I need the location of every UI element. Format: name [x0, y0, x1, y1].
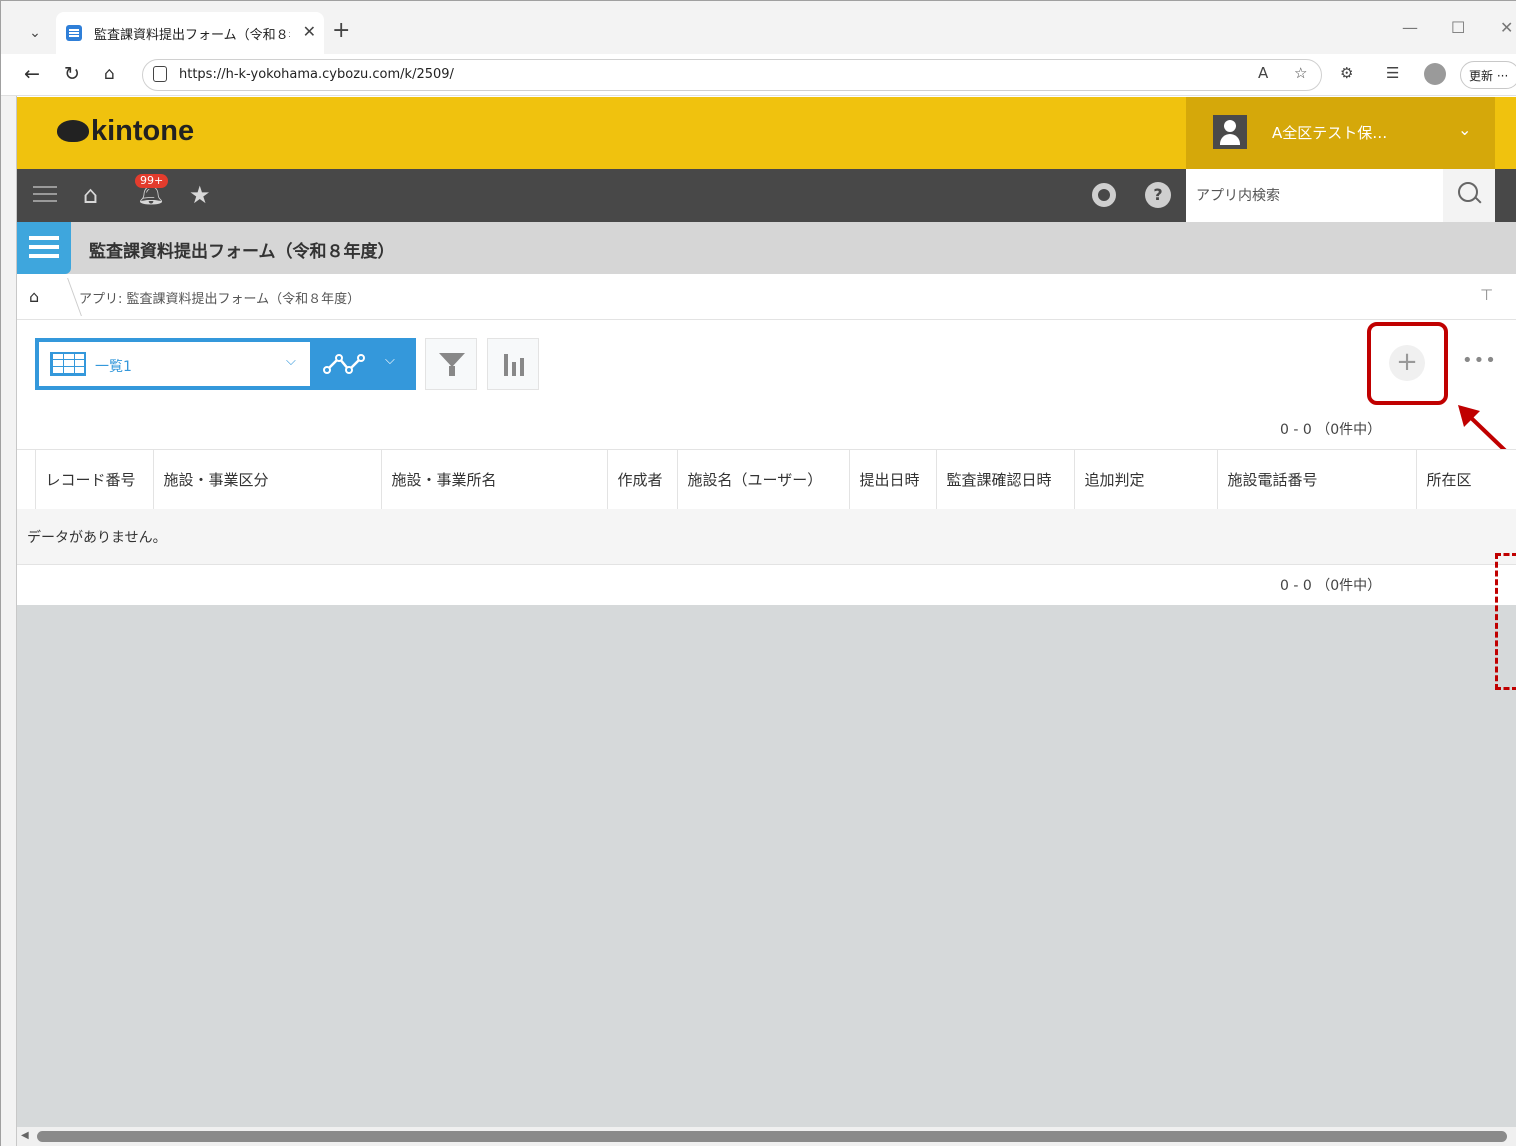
update-button[interactable]: 更新 ···: [1460, 61, 1516, 89]
browser-tab-bar: ⌄ 監査課資料提出フォーム（令和８年 ✕ + — ☐ ✕: [0, 0, 1516, 54]
maximize-button[interactable]: ☐: [1451, 18, 1465, 37]
app-list-icon: [17, 222, 71, 274]
kintone-cloud-logo-icon: [57, 120, 89, 142]
column-header-ward[interactable]: 所在区: [1415, 449, 1516, 510]
search-icon[interactable]: [1443, 169, 1495, 222]
browser-tab[interactable]: 監査課資料提出フォーム（令和８年 ✕: [56, 12, 324, 54]
record-table: レコード番号 施設・事業区分 施設・事業所名 作成者 施設名（ユーザー） 提出日…: [17, 449, 1516, 510]
pager-top: 0 - 0 （0件中）: [1280, 422, 1382, 438]
tab-close-icon[interactable]: ✕: [303, 22, 316, 41]
help-icon[interactable]: ?: [1145, 182, 1171, 208]
annotation-highlight-box: [1367, 322, 1448, 405]
user-name: A全区テスト保…: [1272, 124, 1388, 142]
filter-funnel-icon[interactable]: [425, 338, 477, 390]
breadcrumb-app-link[interactable]: アプリ: 監査課資料提出フォーム（令和８年度）: [79, 288, 360, 307]
menu-hamburger-icon[interactable]: [33, 181, 57, 207]
read-aloud-icon[interactable]: A: [1258, 64, 1268, 82]
view-selector[interactable]: 一覧1 ⌵: [35, 338, 313, 390]
favorite-star-icon[interactable]: ☆: [1294, 64, 1307, 82]
chevron-down-icon: ⌵: [286, 354, 296, 369]
home-icon[interactable]: ⌂: [83, 181, 98, 209]
window-left-frame: [0, 96, 17, 1146]
column-header-record-number[interactable]: レコード番号: [34, 449, 153, 510]
scroll-left-arrow-icon[interactable]: ◀: [21, 1130, 29, 1141]
favorites-list-icon[interactable]: ☰: [1386, 64, 1399, 82]
horizontal-scrollbar[interactable]: ◀: [17, 1127, 1516, 1146]
url-text: https://h-k-yokohama.cybozu.com/k/2509/: [179, 67, 454, 82]
chevron-down-icon: ⌄: [1458, 120, 1472, 139]
user-avatar-icon: [1213, 115, 1247, 149]
user-menu[interactable]: A全区テスト保… ⌄: [1186, 97, 1495, 169]
content-background: [17, 605, 1516, 1127]
minimize-button[interactable]: —: [1402, 18, 1418, 37]
app-search-box: [1186, 169, 1443, 222]
new-tab-button[interactable]: +: [332, 18, 350, 44]
kintone-logo-text: kintone: [91, 115, 195, 147]
notification-badge: 99+: [135, 174, 169, 188]
back-arrow-icon[interactable]: ←: [24, 62, 40, 86]
window-close-button[interactable]: ✕: [1500, 18, 1513, 37]
view-selector-label: 一覧1: [95, 359, 132, 375]
kintone-logo[interactable]: kintone: [57, 115, 194, 148]
home-icon[interactable]: ⌂: [104, 62, 115, 86]
browser-address-bar: ← ↻ ⌂ https://h-k-yokohama.cybozu.com/k/…: [0, 54, 1516, 96]
app-search-input[interactable]: [1186, 169, 1443, 222]
breadcrumb-separator: [50, 278, 82, 316]
kintone-header: kintone A全区テスト保… ⌄: [17, 97, 1516, 169]
column-header-facility-user[interactable]: 施設名（ユーザー）: [676, 449, 849, 510]
profile-avatar[interactable]: [1424, 63, 1446, 85]
bar-chart-icon[interactable]: [487, 338, 539, 390]
line-graph-icon: [323, 350, 371, 384]
pager-bottom: 0 - 0 （0件中）: [1280, 578, 1382, 594]
empty-table-row: データがありません。: [17, 509, 1516, 565]
app-title-bar: 監査課資料提出フォーム（令和８年度）: [17, 222, 1516, 274]
column-header-creator[interactable]: 作成者: [606, 449, 677, 510]
column-header-facility-category[interactable]: 施設・事業区分: [152, 449, 381, 510]
favorites-star-icon[interactable]: ★: [189, 181, 211, 209]
lock-icon: [153, 66, 167, 82]
breadcrumb: ⌂ アプリ: 監査課資料提出フォーム（令和８年度） ⊤: [17, 274, 1516, 320]
kintone-app-favicon-icon: [66, 25, 82, 41]
column-header-submitted-at[interactable]: 提出日時: [848, 449, 936, 510]
settings-gear-icon[interactable]: [1092, 183, 1116, 207]
column-header-facility-phone[interactable]: 施設電話番号: [1216, 449, 1416, 510]
empty-message: データがありません。: [27, 530, 167, 546]
reload-icon[interactable]: ↻: [64, 62, 80, 86]
annotation-dashed-box: [1495, 553, 1516, 690]
table-footer: 0 - 0 （0件中）: [17, 565, 1516, 605]
update-label: 更新: [1469, 69, 1494, 83]
tab-list-chevron-icon[interactable]: ⌄: [22, 20, 48, 46]
url-field[interactable]: https://h-k-yokohama.cybozu.com/k/2509/: [142, 59, 1322, 91]
extensions-icon[interactable]: ⚙: [1340, 64, 1353, 82]
column-header-audit-confirmed-at[interactable]: 監査課確認日時: [935, 449, 1074, 510]
more-options-icon[interactable]: •••: [1462, 350, 1497, 371]
table-select-column: [17, 449, 35, 510]
tab-title: 監査課資料提出フォーム（令和８年: [94, 28, 290, 43]
page-title: 監査課資料提出フォーム（令和８年度）: [89, 242, 395, 262]
column-header-additional-judgment[interactable]: 追加判定: [1073, 449, 1217, 510]
breadcrumb-home-icon[interactable]: ⌂: [29, 287, 39, 306]
pin-icon[interactable]: ⊤: [1480, 286, 1493, 304]
scrollbar-thumb[interactable]: [37, 1131, 1507, 1142]
graph-selector-button[interactable]: ⌵: [313, 338, 416, 390]
kintone-global-toolbar: ⌂ 🔔︎ 99+ ★ ?: [17, 169, 1516, 222]
table-view-icon: [50, 352, 86, 376]
chevron-down-icon: ⌵: [385, 353, 395, 368]
column-header-facility-name[interactable]: 施設・事業所名: [380, 449, 607, 510]
